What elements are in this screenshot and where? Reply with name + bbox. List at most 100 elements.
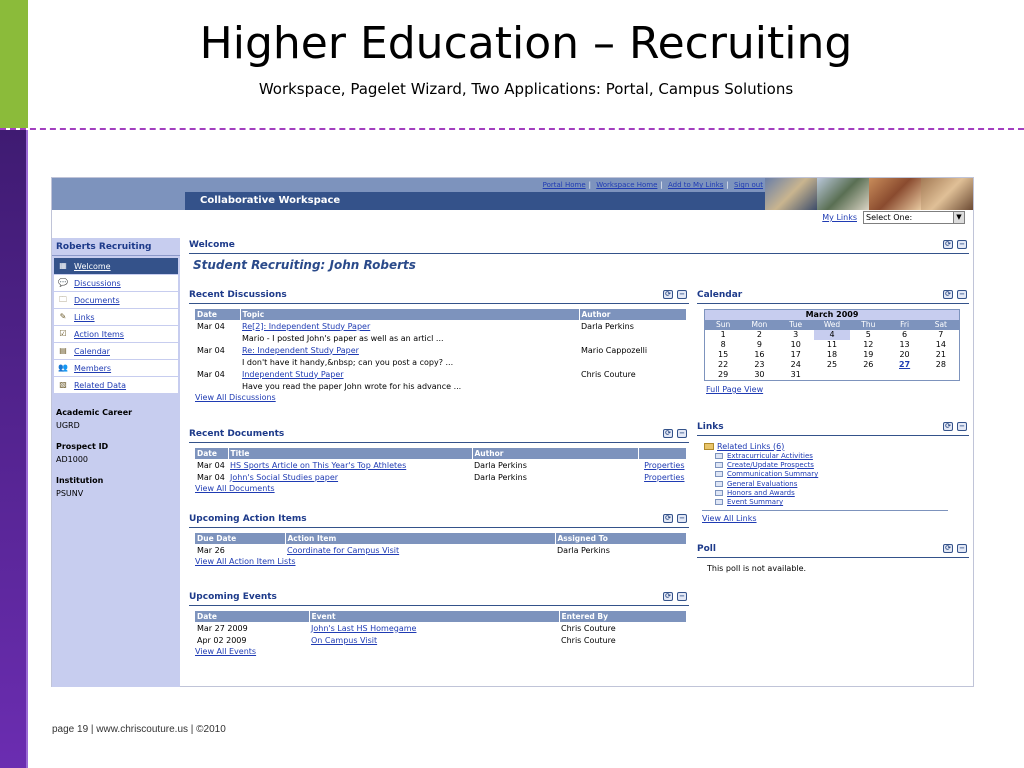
related-link-item[interactable]: Create/Update Prospects <box>704 460 969 469</box>
related-link-item[interactable]: Communication Summary <box>704 470 969 479</box>
minimize-icon[interactable]: − <box>957 544 967 553</box>
sidebar-item-action-items[interactable]: ☑ Action Items <box>54 326 178 342</box>
calendar-day[interactable]: 4 <box>813 330 851 340</box>
refresh-icon[interactable]: ⟳ <box>943 290 953 299</box>
sidebar-item-calendar[interactable]: ▤ Calendar <box>54 343 178 359</box>
sidebar-item-members[interactable]: 👥 Members <box>54 360 178 376</box>
refresh-icon[interactable]: ⟳ <box>943 240 953 249</box>
view-all-links-link[interactable]: View All Links <box>702 514 969 523</box>
sign-out-link[interactable]: Sign out <box>734 181 763 189</box>
calendar-day[interactable]: 29 <box>705 370 741 380</box>
calendar-day[interactable]: 7 <box>923 330 959 340</box>
refresh-icon[interactable]: ⟳ <box>663 429 673 438</box>
view-all-discussions-link[interactable]: View All Discussions <box>195 393 689 402</box>
sidebar-item-label[interactable]: Members <box>74 364 111 373</box>
sidebar-item-related-data[interactable]: ▧ Related Data <box>54 377 178 393</box>
related-link-label[interactable]: Create/Update Prospects <box>727 461 814 469</box>
calendar-day[interactable]: 12 <box>850 340 886 350</box>
calendar-day[interactable]: 17 <box>778 350 814 360</box>
sidebar-item-label[interactable]: Calendar <box>74 347 110 356</box>
calendar-day[interactable]: 26 <box>850 360 886 370</box>
view-all-documents-link[interactable]: View All Documents <box>195 484 689 493</box>
full-page-view-link[interactable]: Full Page View <box>706 385 969 394</box>
document-properties-text[interactable]: Properties <box>644 473 684 482</box>
related-link-label[interactable]: General Evaluations <box>727 480 797 488</box>
refresh-icon[interactable]: ⟳ <box>943 544 953 553</box>
calendar-day[interactable]: 25 <box>814 360 850 370</box>
sidebar-item-documents[interactable]: 🗀 Documents <box>54 292 178 308</box>
sidebar-item-links[interactable]: ✎ Links <box>54 309 178 325</box>
sidebar-item-label[interactable]: Discussions <box>74 279 121 288</box>
calendar-day[interactable]: 11 <box>814 340 850 350</box>
related-link-item[interactable]: Honors and Awards <box>704 488 969 497</box>
document-title-text[interactable]: John's Social Studies paper <box>230 473 338 482</box>
calendar-day[interactable]: 27 <box>886 360 922 370</box>
event-name-text[interactable]: John's Last HS Homegame <box>311 624 416 633</box>
refresh-icon[interactable]: ⟳ <box>943 422 953 431</box>
event-name-text[interactable]: On Campus Visit <box>311 636 377 645</box>
sidebar-item-label[interactable]: Documents <box>74 296 120 305</box>
minimize-icon[interactable]: − <box>957 422 967 431</box>
discussion-topic-text[interactable]: Re[2]: Independent Study Paper <box>242 322 370 331</box>
calendar-day[interactable]: 19 <box>850 350 886 360</box>
calendar-day[interactable]: 31 <box>778 370 814 380</box>
minimize-icon[interactable]: − <box>957 240 967 249</box>
discussion-topic-text[interactable]: Re: Independent Study Paper <box>242 346 359 355</box>
calendar-day[interactable]: 28 <box>923 360 959 370</box>
calendar-day[interactable]: 20 <box>886 350 922 360</box>
calendar-day[interactable]: 5 <box>850 330 886 340</box>
calendar-day[interactable]: 10 <box>778 340 814 350</box>
calendar-day[interactable]: 24 <box>778 360 814 370</box>
related-link-label[interactable]: Extracurricular Activities <box>727 452 813 460</box>
document-title-text[interactable]: HS Sports Article on This Year's Top Ath… <box>230 461 406 470</box>
add-to-my-links-link[interactable]: Add to My Links <box>668 181 723 189</box>
calendar-day[interactable]: 2 <box>741 330 777 340</box>
related-link-label[interactable]: Communication Summary <box>727 470 818 478</box>
portal-home-link[interactable]: Portal Home <box>543 181 586 189</box>
calendar-day[interactable]: 23 <box>741 360 777 370</box>
view-all-events-link[interactable]: View All Events <box>195 647 689 656</box>
minimize-icon[interactable]: − <box>677 514 687 523</box>
calendar-day[interactable]: 21 <box>923 350 959 360</box>
calendar-day[interactable]: 16 <box>741 350 777 360</box>
calendar-day[interactable]: 15 <box>705 350 741 360</box>
refresh-icon[interactable]: ⟳ <box>663 290 673 299</box>
refresh-icon[interactable]: ⟳ <box>663 514 673 523</box>
related-links-folder[interactable]: Related Links (6) <box>704 441 969 451</box>
related-link-label[interactable]: Honors and Awards <box>727 489 795 497</box>
related-link-item[interactable]: Extracurricular Activities <box>704 451 969 460</box>
minimize-icon[interactable]: − <box>677 592 687 601</box>
related-link-item[interactable]: General Evaluations <box>704 479 969 488</box>
sidebar-item-label[interactable]: Welcome <box>74 262 111 271</box>
sidebar-item-label[interactable]: Links <box>74 313 95 322</box>
discussion-topic-text[interactable]: Independent Study Paper <box>242 370 344 379</box>
my-links-label[interactable]: My Links <box>822 213 857 222</box>
document-properties-text[interactable]: Properties <box>644 461 684 470</box>
minimize-icon[interactable]: − <box>957 290 967 299</box>
related-links-folder-label[interactable]: Related Links (6) <box>717 442 784 451</box>
sidebar-item-welcome[interactable]: ▦ Welcome <box>54 258 178 274</box>
refresh-icon[interactable]: ⟳ <box>663 592 673 601</box>
calendar-day[interactable]: 1 <box>705 330 741 340</box>
calendar-day[interactable]: 18 <box>814 350 850 360</box>
calendar-day[interactable]: 8 <box>705 340 741 350</box>
calendar-day[interactable]: 9 <box>741 340 777 350</box>
related-link-item[interactable]: Event Summary <box>704 497 969 506</box>
workspace-home-link[interactable]: Workspace Home <box>596 181 657 189</box>
calendar-day[interactable]: 22 <box>705 360 741 370</box>
calendar-day[interactable]: 30 <box>741 370 777 380</box>
calendar-day[interactable]: 14 <box>923 340 959 350</box>
minimize-icon[interactable]: − <box>677 290 687 299</box>
calendar-day[interactable]: 3 <box>778 330 814 340</box>
chevron-down-icon[interactable]: ▼ <box>953 212 964 223</box>
calendar-day[interactable]: 6 <box>886 330 922 340</box>
calendar-day[interactable]: 13 <box>886 340 922 350</box>
minimize-icon[interactable]: − <box>677 429 687 438</box>
my-links-select[interactable]: Select One: ▼ <box>863 211 965 224</box>
sidebar-item-label[interactable]: Related Data <box>74 381 126 390</box>
view-all-action-item-lists-link[interactable]: View All Action Item Lists <box>195 557 689 566</box>
sidebar-item-label[interactable]: Action Items <box>74 330 124 339</box>
action-item-text[interactable]: Coordinate for Campus Visit <box>287 546 399 555</box>
related-link-label[interactable]: Event Summary <box>727 498 783 506</box>
sidebar-item-discussions[interactable]: 💬 Discussions <box>54 275 178 291</box>
